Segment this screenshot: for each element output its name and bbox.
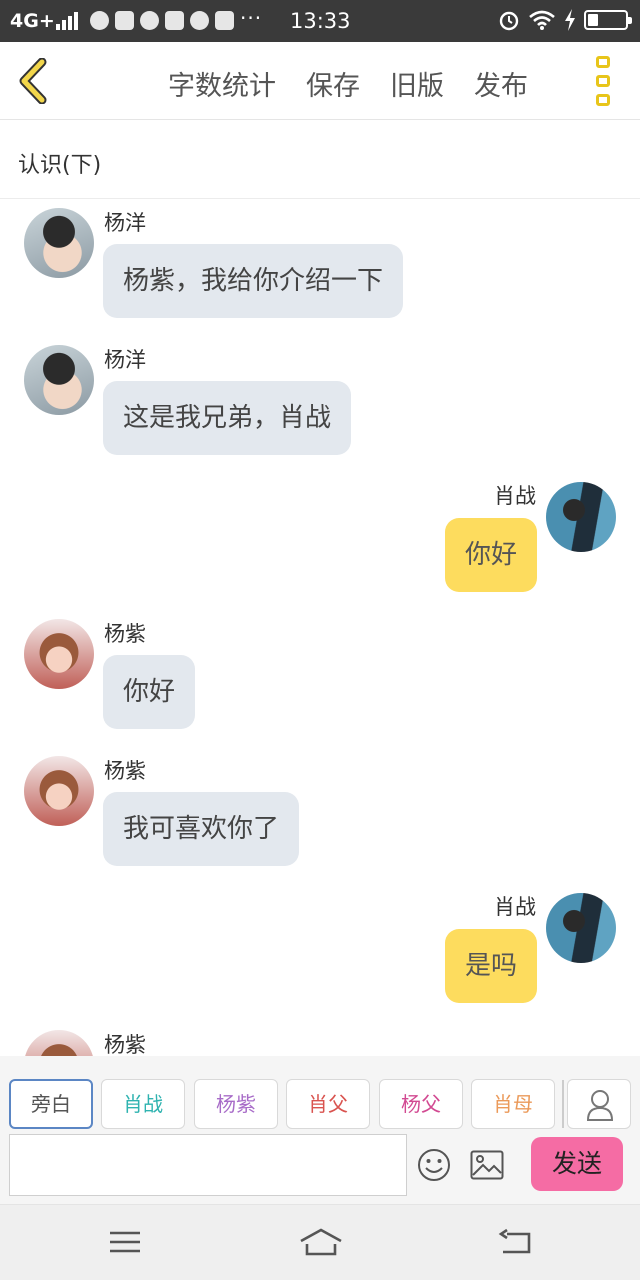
role-narrator[interactable]: 旁白 bbox=[9, 1079, 93, 1129]
message-bubble[interactable]: 我可喜欢你了 bbox=[103, 792, 300, 866]
wechat-icon bbox=[90, 11, 109, 30]
avatar[interactable] bbox=[546, 482, 616, 552]
message-bubble[interactable]: 杨紫，我给你介绍一下 bbox=[103, 244, 404, 318]
person-icon bbox=[586, 1090, 614, 1121]
back-arrow-icon[interactable] bbox=[16, 58, 52, 104]
save-button[interactable]: 保存 bbox=[306, 64, 360, 103]
send-button[interactable]: 发送 bbox=[531, 1137, 623, 1191]
sender-name: 杨紫 bbox=[104, 622, 146, 646]
planet-icon bbox=[140, 11, 159, 30]
sender-name: 杨紫 bbox=[104, 1033, 146, 1056]
role-yangzi[interactable]: 杨紫 bbox=[194, 1079, 278, 1129]
more-menu-icon[interactable] bbox=[596, 56, 614, 106]
battery-icon bbox=[584, 10, 632, 30]
divider bbox=[562, 1080, 564, 1128]
signal-icon bbox=[56, 12, 78, 30]
role-selector: 旁白 肖战 杨紫 肖父 杨父 肖母 bbox=[0, 1056, 640, 1132]
message-bubble[interactable]: 你好 bbox=[103, 655, 196, 729]
emoji-icon[interactable] bbox=[417, 1148, 451, 1182]
avatar[interactable] bbox=[24, 619, 94, 689]
sender-name: 肖战 bbox=[494, 895, 536, 919]
wifi-icon bbox=[529, 10, 555, 30]
message-composer: 发送 bbox=[0, 1132, 640, 1204]
sender-name: 肖战 bbox=[494, 484, 536, 508]
message-input[interactable] bbox=[9, 1134, 407, 1196]
mute-icon bbox=[165, 11, 184, 30]
editor-toolbar: 字数统计 保存 旧版 发布 bbox=[0, 42, 640, 120]
more-notifications: ··· bbox=[240, 6, 263, 30]
add-role-button[interactable] bbox=[567, 1079, 631, 1129]
publish-button[interactable]: 发布 bbox=[474, 64, 528, 103]
avatar[interactable] bbox=[546, 893, 616, 963]
network-indicator: 4G+ bbox=[10, 10, 55, 32]
message-bubble[interactable]: 这是我兄弟，肖战 bbox=[103, 381, 352, 455]
chat-icon bbox=[190, 11, 209, 30]
avatar[interactable] bbox=[24, 756, 94, 826]
chat-message-list[interactable]: 杨洋 杨紫，我给你介绍一下 杨洋 这是我兄弟，肖战 肖战 你好 杨紫 你好 杨紫… bbox=[0, 200, 640, 1056]
message-bubble[interactable]: 你好 bbox=[444, 518, 537, 592]
back-icon[interactable] bbox=[497, 1227, 533, 1257]
home-icon[interactable] bbox=[299, 1227, 343, 1257]
role-xiao-father[interactable]: 肖父 bbox=[286, 1079, 370, 1129]
role-yang-father[interactable]: 杨父 bbox=[379, 1079, 463, 1129]
message-bubble[interactable]: 是吗 bbox=[444, 929, 537, 1003]
avatar[interactable] bbox=[24, 345, 94, 415]
mail-icon bbox=[115, 11, 134, 30]
sender-name: 杨洋 bbox=[104, 211, 146, 235]
sender-name: 杨紫 bbox=[104, 759, 146, 783]
menu-icon[interactable] bbox=[107, 1227, 143, 1257]
avatar[interactable] bbox=[24, 1030, 94, 1056]
image-icon[interactable] bbox=[470, 1150, 504, 1180]
avatar[interactable] bbox=[24, 208, 94, 278]
role-xiaozhan[interactable]: 肖战 bbox=[101, 1079, 185, 1129]
old-version-button[interactable]: 旧版 bbox=[390, 64, 444, 103]
sender-name: 杨洋 bbox=[104, 348, 146, 372]
status-bar: 4G+ ··· 13:33 bbox=[0, 0, 640, 42]
notification-icons bbox=[90, 11, 234, 30]
alarm-icon bbox=[499, 11, 519, 31]
chapter-title: 认识(下) bbox=[0, 121, 640, 199]
system-navigation-bar bbox=[0, 1204, 640, 1280]
clock: 13:33 bbox=[290, 9, 351, 33]
word-count-button[interactable]: 字数统计 bbox=[168, 64, 276, 103]
charging-icon bbox=[565, 9, 575, 31]
role-xiao-mother[interactable]: 肖母 bbox=[471, 1079, 555, 1129]
screenshot-icon bbox=[215, 11, 234, 30]
